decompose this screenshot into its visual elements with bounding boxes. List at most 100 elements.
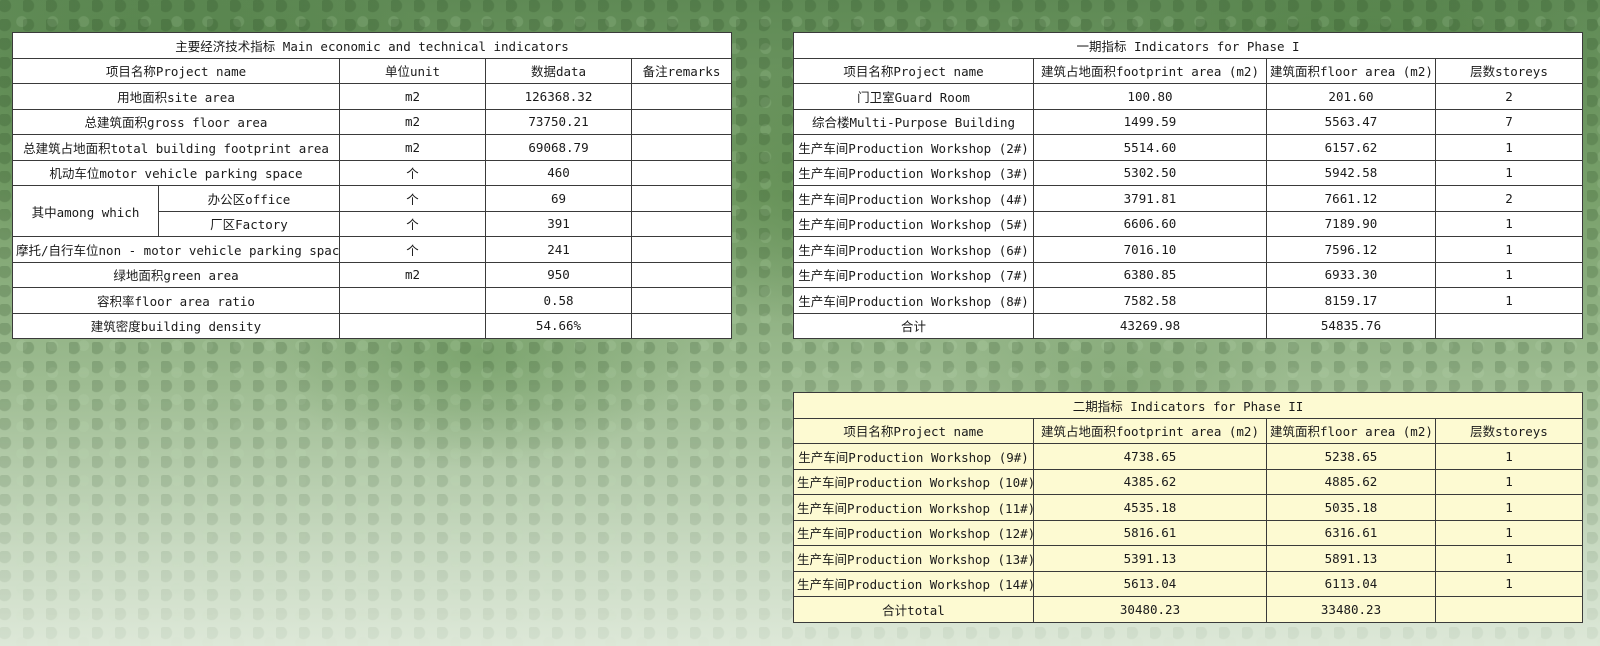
cell-footprint-area: 30480.23 <box>1033 596 1267 623</box>
cell-floor-area: 6316.61 <box>1266 519 1436 546</box>
table-title: 二期指标 Indicators for Phase II <box>793 392 1583 419</box>
table-title: 一期指标 Indicators for Phase I <box>792 32 1584 59</box>
cell-name: 绿地面积green area <box>12 261 340 288</box>
cell-name: 生产车间Production Workshop (3#) <box>793 159 1034 186</box>
cell-unit: m2 <box>339 261 486 288</box>
cell-name: 生产车间Production Workshop (8#) <box>793 287 1034 314</box>
cell-data: 950 <box>485 261 632 288</box>
cell-name: 机动车位motor vehicle parking space <box>12 159 340 186</box>
table-row: 生产车间Production Workshop (14#) 5613.04 6113… <box>793 570 1583 597</box>
cell-unit: m2 <box>339 83 486 110</box>
table-row: 合计total 30480.23 33480.23 <box>793 596 1583 623</box>
cell-storeys: 1 <box>1434 134 1584 161</box>
header-project-name: 项目名称Project name <box>12 57 340 84</box>
cell-data: 391 <box>485 210 632 237</box>
cell-name: 生产车间Production Workshop (5#) <box>793 210 1034 237</box>
cell-footprint-area: 5613.04 <box>1033 570 1267 597</box>
cell-name: 生产车间Production Workshop (14#) <box>793 570 1034 597</box>
cell-storeys <box>1434 312 1584 339</box>
cell-name: 生产车间Production Workshop (4#) <box>793 185 1034 212</box>
cell-remarks <box>630 210 733 237</box>
table-header-row: 项目名称Project name 建筑占地面积footprint area (m… <box>793 417 1583 444</box>
cell-floor-area: 8159.17 <box>1266 287 1436 314</box>
header-remarks: 备注remarks <box>630 57 733 84</box>
cell-storeys: 1 <box>1435 443 1583 470</box>
table-row: 生产车间Production Workshop (4#) 3791.81 7661.… <box>793 185 1584 212</box>
table-title: 主要经济技术指标 Main economic and technical ind… <box>11 32 733 59</box>
cell-unit: m2 <box>339 108 486 135</box>
cell-unit: m2 <box>339 134 486 161</box>
table-row: 其中among which 办公区office 个 69 <box>12 185 733 237</box>
cell-footprint-area: 5391.13 <box>1033 545 1267 572</box>
cell-name: 门卫室Guard Room <box>793 83 1034 110</box>
cell-storeys <box>1435 596 1583 623</box>
cell-storeys: 1 <box>1435 570 1583 597</box>
cell-remarks <box>630 287 733 314</box>
cell-storeys: 2 <box>1434 83 1584 110</box>
cell-unit: 个 <box>339 210 486 237</box>
cell-unit: 个 <box>339 185 486 212</box>
table-row: 总建筑面积gross floor area m2 73750.21 <box>12 108 733 135</box>
table-row: 生产车间Production Workshop (8#) 7582.58 8159.… <box>793 287 1584 314</box>
cell-data: 69 <box>485 185 632 212</box>
cell-floor-area: 6157.62 <box>1266 134 1436 161</box>
cell-storeys: 1 <box>1435 468 1583 495</box>
table-row: 生产车间Production Workshop (5#) 6606.60 7189.… <box>793 210 1584 237</box>
header-unit: 单位unit <box>339 57 486 84</box>
cell-footprint-area: 4738.65 <box>1033 443 1267 470</box>
cell-floor-area: 4885.62 <box>1266 468 1436 495</box>
cell-footprint-area: 7016.10 <box>1033 236 1267 263</box>
cell-data: 0.58 <box>485 287 632 314</box>
cell-floor-area: 7596.12 <box>1266 236 1436 263</box>
cell-footprint-area: 43269.98 <box>1033 312 1267 339</box>
table-row: 生产车间Production Workshop (7#) 6380.85 6933.… <box>793 261 1584 288</box>
header-floor-area: 建筑面积floor area (m2) <box>1266 57 1436 84</box>
phase2-table-body: 生产车间Production Workshop (9#) 4738.65 5238.… <box>793 443 1583 623</box>
cell-data: 460 <box>485 159 632 186</box>
cell-storeys: 7 <box>1434 108 1584 135</box>
cell-among-which: 其中among which <box>12 185 159 237</box>
cell-name: 建筑密度building density <box>12 312 340 339</box>
main-indicators-table: 主要经济技术指标 Main economic and technical ind… <box>11 32 733 339</box>
cell-name: 合计 <box>793 312 1034 339</box>
cell-storeys: 1 <box>1435 545 1583 572</box>
cell-footprint-area: 4535.18 <box>1033 494 1267 521</box>
cell-storeys: 1 <box>1434 159 1584 186</box>
header-project-name: 项目名称Project name <box>793 57 1034 84</box>
cell-floor-area: 5238.65 <box>1266 443 1436 470</box>
cell-data: 69068.79 <box>485 134 632 161</box>
cell-unit <box>339 312 486 339</box>
cell-name: 容积率floor area ratio <box>12 287 340 314</box>
table-header-row: 项目名称Project name 建筑占地面积footprint area (m… <box>793 57 1584 84</box>
cell-floor-area: 7189.90 <box>1266 210 1436 237</box>
table-header-row: 项目名称Project name 单位unit 数据data 备注remarks <box>12 57 733 84</box>
cell-data: 73750.21 <box>485 108 632 135</box>
cell-storeys: 1 <box>1434 287 1584 314</box>
cell-name: 厂区Factory <box>158 210 340 237</box>
cell-floor-area: 33480.23 <box>1266 596 1436 623</box>
cell-unit <box>339 287 486 314</box>
cell-floor-area: 5563.47 <box>1266 108 1436 135</box>
cell-storeys: 1 <box>1434 236 1584 263</box>
header-storeys: 层数storeys <box>1435 417 1583 444</box>
table-row: 生产车间Production Workshop (12#) 5816.61 6316… <box>793 519 1583 546</box>
cell-unit: 个 <box>339 159 486 186</box>
cell-name: 生产车间Production Workshop (11#) <box>793 494 1034 521</box>
cell-footprint-area: 4385.62 <box>1033 468 1267 495</box>
header-floor-area: 建筑面积floor area (m2) <box>1266 417 1436 444</box>
cell-data: 241 <box>485 236 632 263</box>
header-data: 数据data <box>485 57 632 84</box>
cell-footprint-area: 7582.58 <box>1033 287 1267 314</box>
header-storeys: 层数storeys <box>1434 57 1584 84</box>
header-project-name: 项目名称Project name <box>793 417 1034 444</box>
cell-unit: 个 <box>339 236 486 263</box>
cell-storeys: 1 <box>1435 494 1583 521</box>
cell-remarks <box>630 134 733 161</box>
cell-name: 生产车间Production Workshop (10#) <box>793 468 1034 495</box>
cell-remarks <box>630 185 733 212</box>
cell-footprint-area: 3791.81 <box>1033 185 1267 212</box>
cell-remarks <box>630 261 733 288</box>
cell-name: 生产车间Production Workshop (6#) <box>793 236 1034 263</box>
cell-name: 综合楼Multi-Purpose Building <box>793 108 1034 135</box>
table-row: 生产车间Production Workshop (3#) 5302.50 5942.… <box>793 159 1584 186</box>
